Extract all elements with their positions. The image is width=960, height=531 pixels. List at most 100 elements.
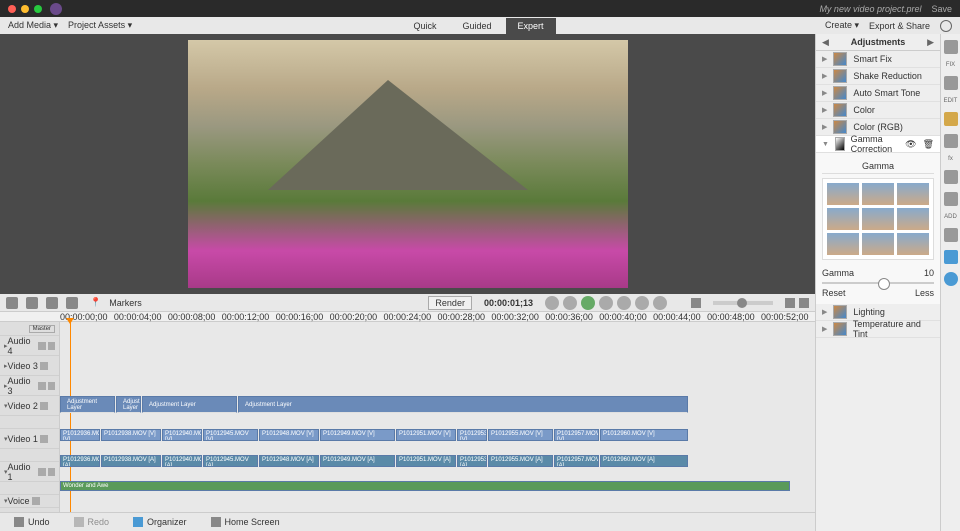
less-link[interactable]: Less — [915, 288, 934, 298]
snap-icon[interactable] — [785, 298, 795, 308]
clip-adjustment[interactable]: Adjustment Layer — [238, 396, 688, 413]
adj-color[interactable]: ▶Color — [816, 102, 940, 119]
preset-thumb[interactable] — [862, 233, 894, 255]
track-header-voice[interactable]: ▾ Voice — [0, 495, 59, 508]
track-header-video2[interactable]: ▾ Video 2 — [0, 396, 59, 416]
preset-thumb[interactable] — [827, 208, 859, 230]
clip-video[interactable]: P1012938.MOV [V] — [101, 429, 161, 441]
step-back-icon[interactable] — [563, 296, 577, 310]
master-badge[interactable]: Master — [29, 325, 55, 333]
reset-link[interactable]: Reset — [822, 288, 846, 298]
preset-thumb[interactable] — [827, 233, 859, 255]
clip-video[interactable]: P1012940.MOV [V] — [162, 429, 202, 441]
clip-video[interactable]: P1012960.MOV [V] — [600, 429, 688, 441]
fullscreen-icon[interactable] — [653, 296, 667, 310]
clip-audio[interactable]: P1012938.MOV [A] — [101, 455, 161, 467]
track-header-audio3[interactable]: ▸ Audio 3 — [0, 376, 59, 396]
add-media-menu[interactable]: Add Media ▾ — [8, 20, 58, 31]
undo-button[interactable]: Undo — [8, 515, 56, 529]
clip-audio[interactable]: P1012949.MOV [A] — [320, 455, 395, 467]
tool-razor[interactable] — [46, 297, 58, 309]
tools-icon[interactable] — [691, 298, 701, 308]
trash-icon[interactable]: 🗑 — [923, 139, 934, 150]
clip-video[interactable]: P1012955.MOV [V] — [488, 429, 553, 441]
organizer-button[interactable]: Organizer — [127, 515, 193, 529]
preset-thumb[interactable] — [897, 183, 929, 205]
tab-quick[interactable]: Quick — [401, 18, 448, 34]
help-icon[interactable] — [799, 298, 809, 308]
goto-end-icon[interactable] — [617, 296, 631, 310]
track-header-video1[interactable]: ▾ Video 1 — [0, 429, 59, 449]
clip-audio[interactable]: P1012945.MOV [A] — [203, 455, 258, 467]
sidebar-fx2-icon[interactable] — [944, 134, 958, 148]
clip-video[interactable]: P1012945.MOV [V] — [203, 429, 258, 441]
markers-label[interactable]: Markers — [109, 298, 142, 308]
panel-fwd-arrow[interactable]: ▶ — [927, 37, 934, 48]
adj-smart-fix[interactable]: ▶Smart Fix — [816, 51, 940, 68]
gamma-slider[interactable] — [822, 282, 934, 284]
create-menu[interactable]: Create ▾ — [825, 20, 859, 31]
render-button[interactable]: Render — [428, 296, 472, 310]
clip-video[interactable]: P1012936.MOV [V] — [60, 429, 100, 441]
sidebar-fix-icon[interactable] — [944, 40, 958, 54]
clip-music[interactable]: Wonder and Awe — [60, 481, 790, 491]
clip-adjustment[interactable]: Adjustment Layer — [60, 396, 115, 413]
clip-adjustment[interactable]: Adjustment Layer — [142, 396, 237, 413]
export-share[interactable]: Export & Share — [869, 21, 930, 31]
adj-auto-smart-tone[interactable]: ▶Auto Smart Tone — [816, 85, 940, 102]
adj-temperature[interactable]: ▶Temperature and Tint — [816, 321, 940, 338]
clip-video[interactable]: P1012948.MOV [V] — [259, 429, 319, 441]
sidebar-transitions-icon[interactable] — [944, 192, 958, 206]
clip-audio[interactable]: P1012957.MOV [A] — [554, 455, 599, 467]
loop-icon[interactable] — [635, 296, 649, 310]
clip-audio[interactable]: P1012955.MOV [A] — [488, 455, 553, 467]
sidebar-titles-icon[interactable] — [944, 170, 958, 184]
tool-track-select[interactable] — [26, 297, 38, 309]
tool-delete[interactable] — [66, 297, 78, 309]
preset-thumb[interactable] — [897, 208, 929, 230]
play-icon[interactable] — [581, 296, 595, 310]
adj-gamma[interactable]: ▼Gamma Correction👁🗑 — [816, 136, 940, 153]
track-header-video3[interactable]: ▸ Video 3 — [0, 356, 59, 376]
tab-expert[interactable]: Expert — [506, 18, 556, 34]
zoom-slider[interactable] — [713, 301, 773, 305]
clip-video[interactable]: P1012949.MOV [V] — [320, 429, 395, 441]
clip-audio[interactable]: P1012940.MOV [A] — [162, 455, 202, 467]
clip-audio[interactable]: P1012951.MOV [A] — [396, 455, 456, 467]
sidebar-more-icon[interactable] — [944, 272, 958, 286]
max-window[interactable] — [34, 5, 42, 13]
preset-thumb[interactable] — [897, 233, 929, 255]
sidebar-fx-icon[interactable] — [944, 112, 958, 126]
min-window[interactable] — [21, 5, 29, 13]
clip-video[interactable]: P1012953.MOV [V] — [457, 429, 487, 441]
home-screen-button[interactable]: Home Screen — [205, 515, 286, 529]
step-fwd-icon[interactable] — [599, 296, 613, 310]
clip-audio[interactable]: P1012953.MOV [A] — [457, 455, 487, 467]
tool-selection[interactable] — [6, 297, 18, 309]
clip-adjustment[interactable]: Adjustment Layer — [116, 396, 141, 413]
close-window[interactable] — [8, 5, 16, 13]
sidebar-music-icon[interactable] — [944, 250, 958, 264]
sidebar-edit-icon[interactable] — [944, 76, 958, 90]
track-header-audio4[interactable]: ▸ Audio 4 — [0, 336, 59, 356]
sidebar-graphics-icon[interactable] — [944, 228, 958, 242]
track-header-audio1[interactable]: ▾ Audio 1 — [0, 462, 59, 482]
timeline-content[interactable]: Adjustment Layer Adjustment Layer Adjust… — [60, 322, 815, 512]
clip-audio[interactable]: P1012960.MOV [A] — [600, 455, 688, 467]
project-assets-menu[interactable]: Project Assets ▾ — [68, 20, 132, 31]
clip-video[interactable]: P1012957.MOV [V] — [554, 429, 599, 441]
gear-icon[interactable] — [940, 20, 952, 32]
clip-audio[interactable]: P1012936.MOV [A] — [60, 455, 100, 467]
clip-video[interactable]: P1012951.MOV [V] — [396, 429, 456, 441]
clip-audio[interactable]: P1012948.MOV [A] — [259, 455, 319, 467]
adj-shake-reduction[interactable]: ▶Shake Reduction — [816, 68, 940, 85]
timeline-ruler[interactable]: 00:00:00;00 00:00:04;00 00:00:08;00 00:0… — [0, 312, 815, 322]
preset-thumb[interactable] — [862, 183, 894, 205]
tab-guided[interactable]: Guided — [451, 18, 504, 34]
save-link[interactable]: Save — [931, 4, 952, 14]
panel-back-arrow[interactable]: ◀ — [822, 37, 829, 48]
goto-start-icon[interactable] — [545, 296, 559, 310]
redo-button[interactable]: Redo — [68, 515, 116, 529]
preset-thumb[interactable] — [862, 208, 894, 230]
preset-thumb[interactable] — [827, 183, 859, 205]
